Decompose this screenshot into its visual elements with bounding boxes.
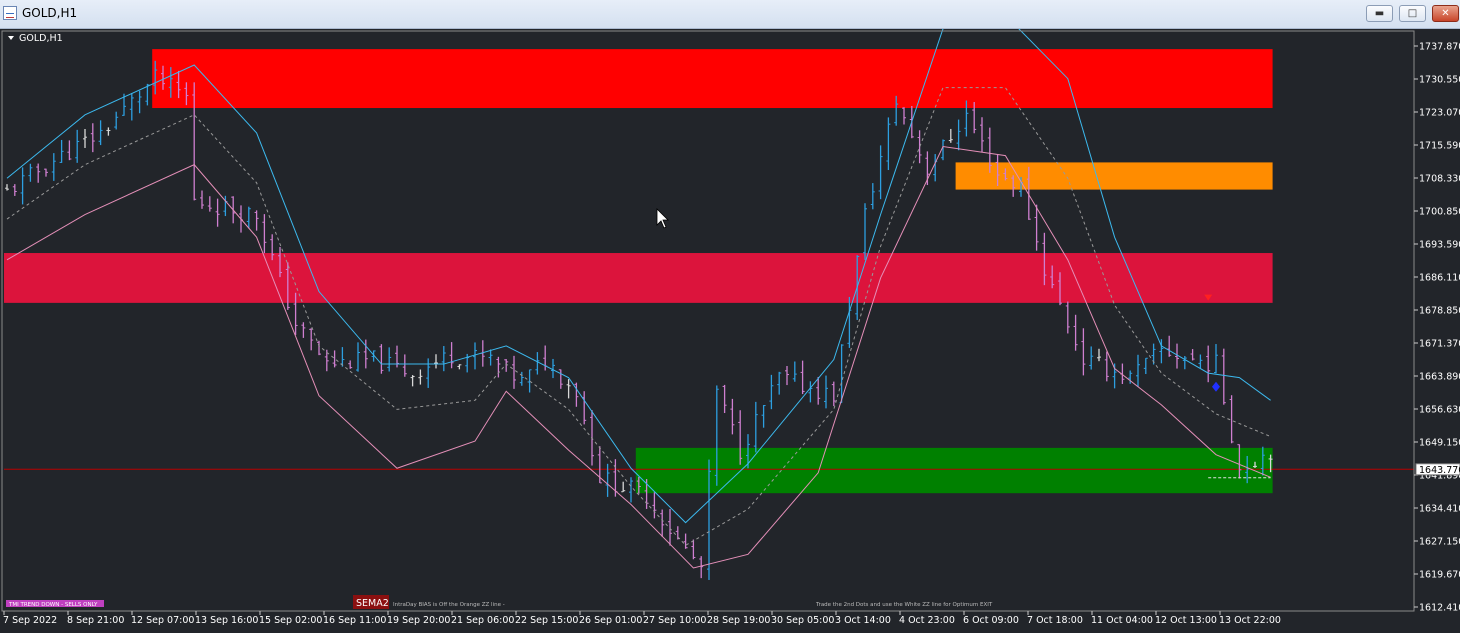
x-tick-label: 22 Sep 15:00 [515,615,578,626]
y-tick-label: 1737.870 [1419,42,1460,53]
x-tick-label: 28 Sep 19:00 [707,615,770,626]
window-title: GOLD,H1 [22,6,78,20]
price-chart[interactable]: 1737.870 1730.550 1723.070 1715.590 1708.330… [0,29,1460,633]
x-tick-label: 11 Oct 04:00 [1091,615,1153,626]
x-tick-label: 26 Sep 01:00 [579,615,642,626]
y-tick-label: 1686.110 [1419,273,1460,284]
trend-note: TMI TREND DOWN - SELLS ONLY [8,602,98,608]
y-tick-label: 1619.670 [1419,570,1460,581]
y-tick-label: 1627.150 [1419,537,1460,548]
y-tick-label: 1708.330 [1419,174,1460,185]
y-tick-label: 1612.410 [1419,603,1460,614]
x-tick-label: 7 Sep 2022 [3,615,57,626]
x-tick-label: 4 Oct 23:00 [899,615,955,626]
y-tick-label: 1723.070 [1419,108,1460,119]
current-price-tag: 1643.770 [1415,463,1460,476]
y-tick-label: 1715.590 [1419,141,1460,152]
plot-frame [1,30,1415,612]
x-tick-label: 7 Oct 18:00 [1027,615,1083,626]
svg-text:1643.770: 1643.770 [1419,465,1460,476]
x-tick-label: 12 Oct 13:00 [1155,615,1217,626]
window-titlebar[interactable]: GOLD,H1 ▬ □ ✕ [0,0,1460,29]
y-tick-label: 1649.150 [1419,438,1460,449]
x-tick-label: 16 Sep 11:00 [323,615,386,626]
y-tick-label: 1693.590 [1419,240,1460,251]
x-tick-label: 3 Oct 14:00 [835,615,891,626]
exit-note: Trade the 2nd Dots and use the White ZZ … [815,602,993,608]
y-tick-label: 1730.550 [1419,75,1460,86]
sema-label: SEMA2 [356,598,389,609]
x-tick-label: 15 Sep 02:00 [259,615,322,626]
y-tick-label: 1663.890 [1419,372,1460,383]
zone-orange [955,162,1273,190]
close-button[interactable]: ✕ [1432,5,1459,22]
y-tick-label: 1700.850 [1419,207,1460,218]
x-tick-label: 12 Sep 07:00 [131,615,194,626]
chart-window-icon [3,6,17,20]
x-tick-label: 30 Sep 05:00 [771,615,834,626]
y-tick-label: 1634.410 [1419,504,1460,515]
mouse-cursor-icon [656,208,669,229]
maximize-button[interactable]: □ [1399,5,1426,22]
x-tick-label: 6 Oct 09:00 [963,615,1019,626]
x-tick-label: 13 Sep 16:00 [195,615,258,626]
zone-demand [635,447,1273,494]
chart-symbol-label: GOLD,H1 [19,33,63,44]
bias-note: IntraDay BIAS is Off the Orange ZZ line … [393,602,505,608]
y-tick-label: 1678.850 [1419,306,1460,317]
x-tick-label: 8 Sep 21:00 [67,615,124,626]
lower-band-line [6,145,1271,569]
minimize-button[interactable]: ▬ [1366,5,1393,22]
y-tick-label: 1671.370 [1419,339,1460,350]
zone-supply [152,49,1273,109]
zone-resistance [4,253,1273,303]
x-tick-label: 21 Sep 06:00 [451,615,514,626]
x-tick-label: 19 Sep 20:00 [387,615,450,626]
chart-menu-triangle-icon[interactable] [8,36,14,40]
y-tick-label: 1656.630 [1419,405,1460,416]
chart-area[interactable]: 1737.870 1730.550 1723.070 1715.590 1708.330… [0,29,1460,633]
x-tick-label: 27 Sep 10:00 [643,615,706,626]
x-tick-label: 13 Oct 22:00 [1219,615,1281,626]
signal-dot-icon [1212,381,1220,392]
